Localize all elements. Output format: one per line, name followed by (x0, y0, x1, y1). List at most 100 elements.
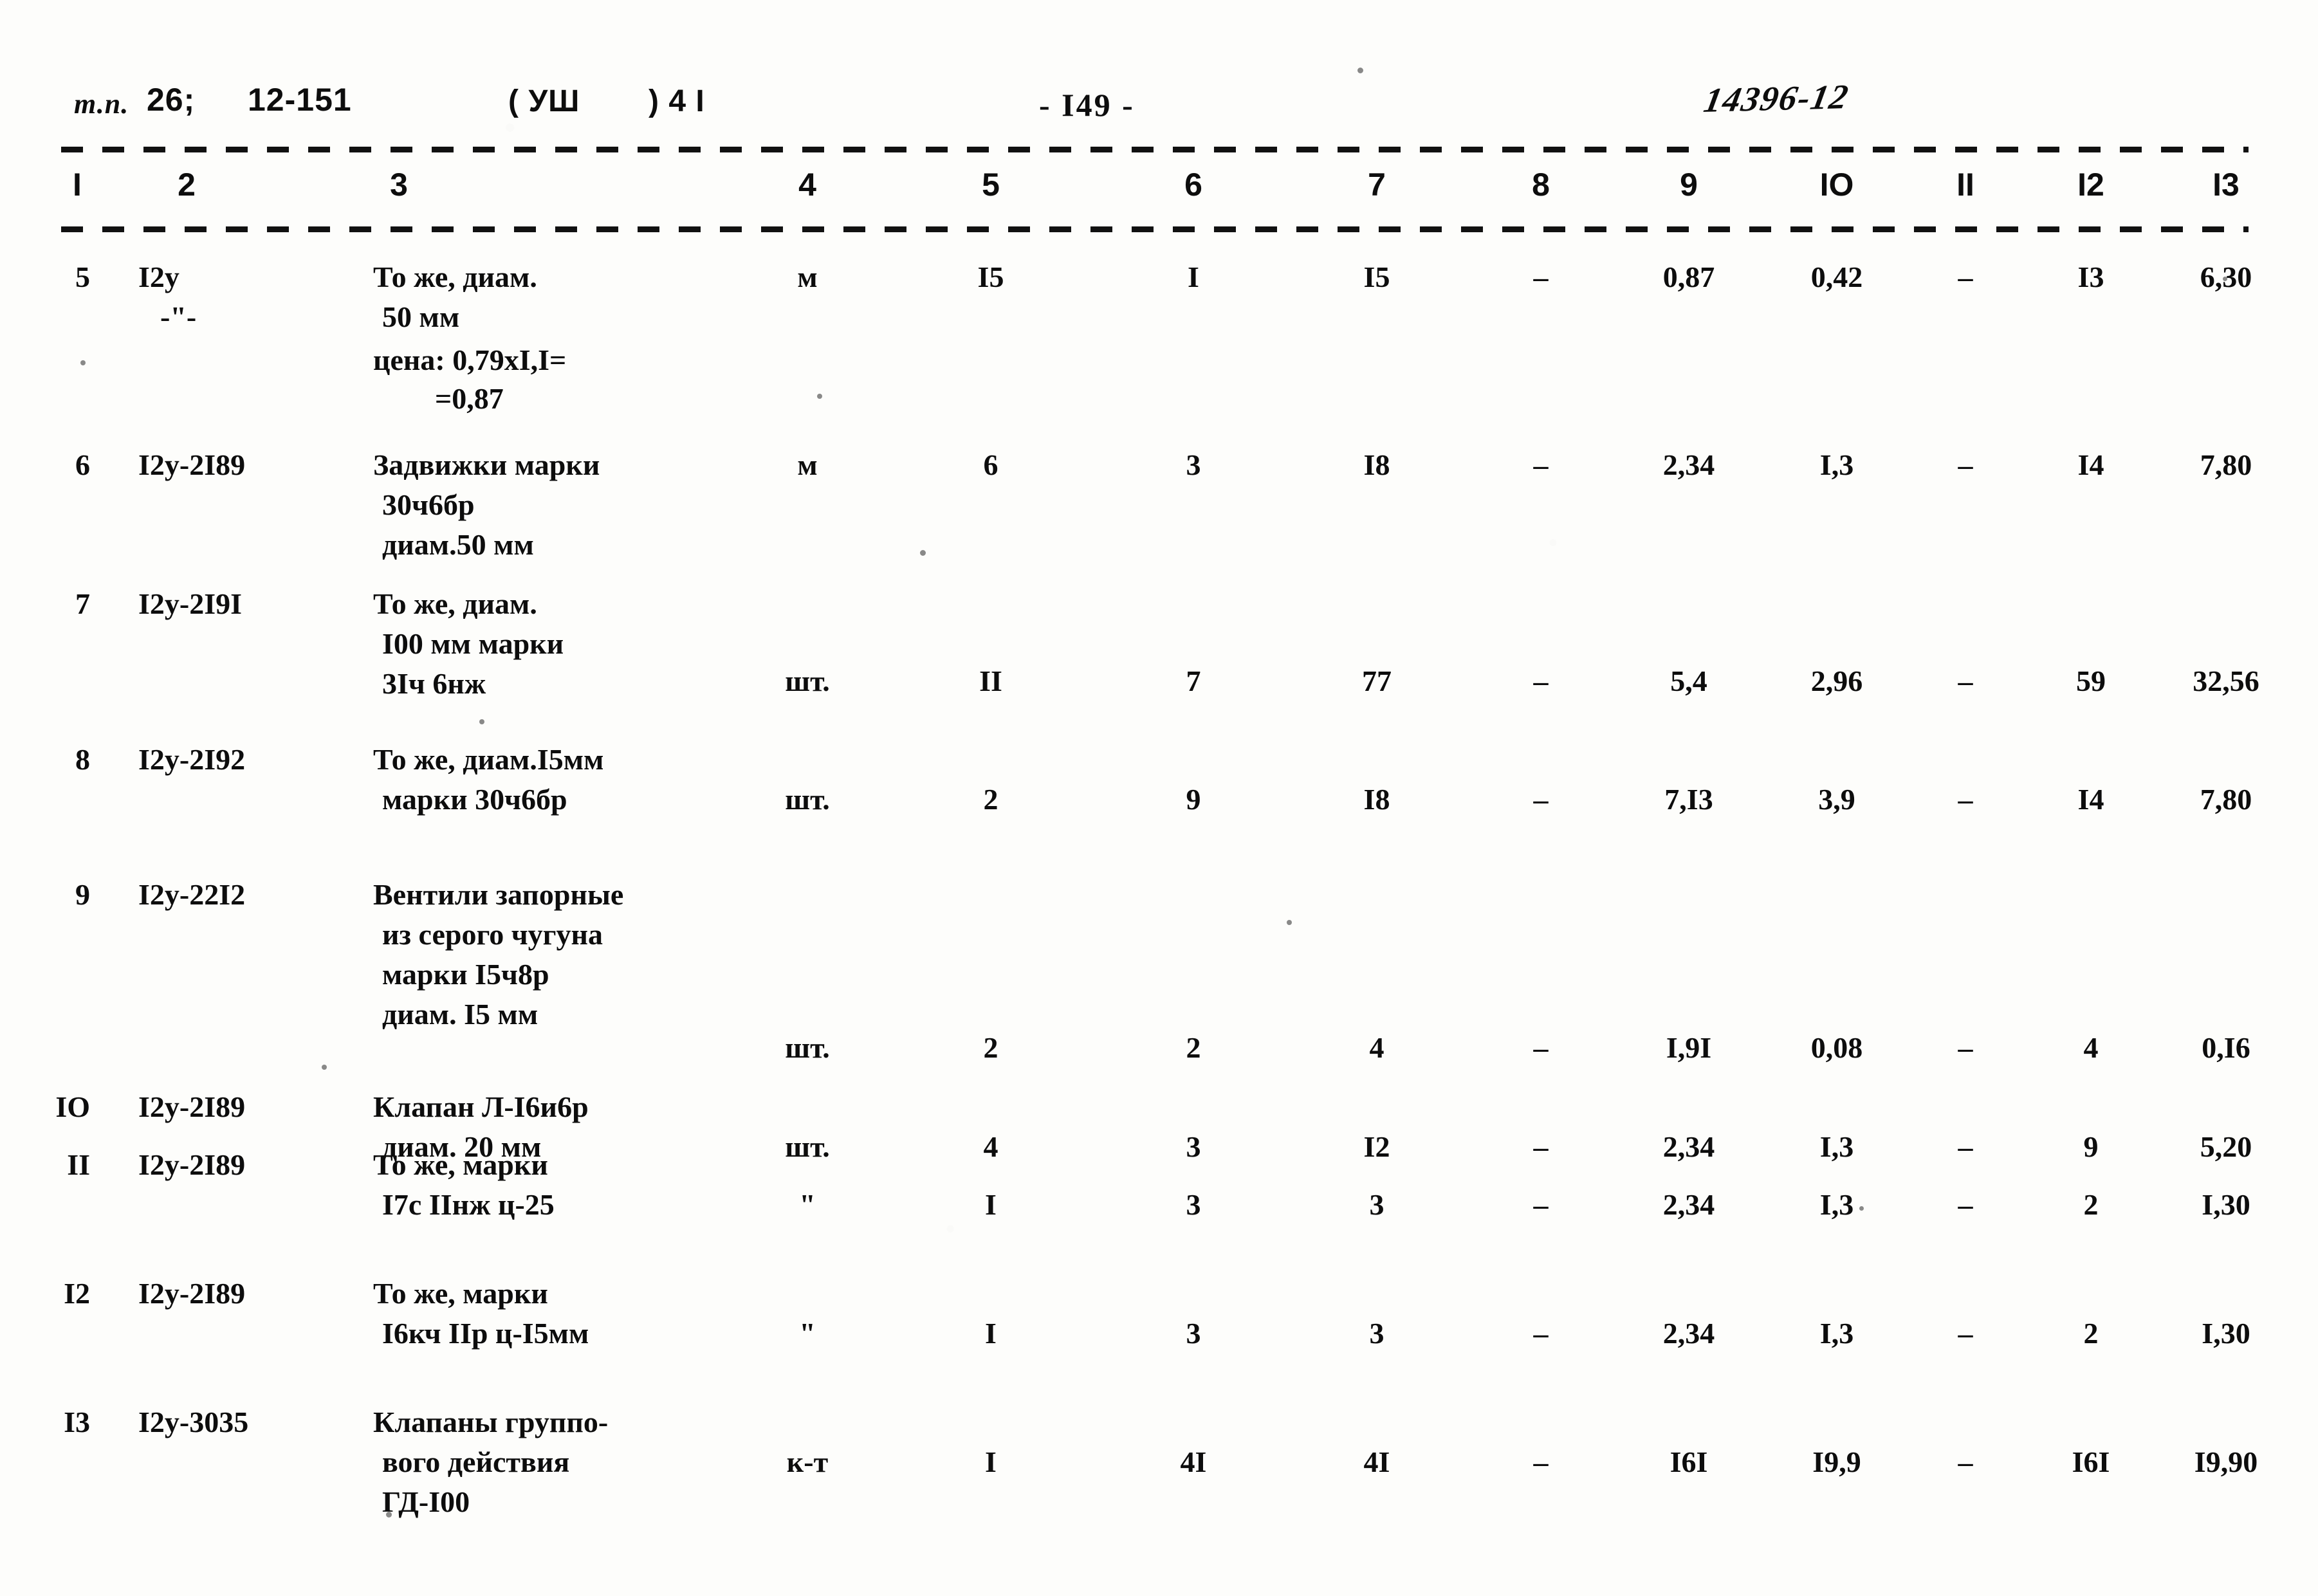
cell-col12: 2 (2083, 1188, 2099, 1221)
cell-col5: I5 (977, 261, 1004, 293)
cell-col8: – (1533, 1188, 1549, 1221)
column-header-2: 2 (178, 167, 196, 203)
description-line: То же, марки (373, 1148, 548, 1181)
cell-description: То же, марки I6кч IIр ц-I5мм (373, 1274, 785, 1353)
cell-col5: 2 (983, 1031, 998, 1064)
cell-description: То же, диам.I5мм марки 30ч6бр (373, 740, 785, 820)
cell-col9: 2,34 (1662, 1317, 1715, 1350)
cell-col13: I9,90 (2194, 1445, 2258, 1478)
column-header-row: I 2 3 4 5 6 7 8 9 IO II I2 I3 (0, 166, 2318, 217)
description-line: I7с IIнж ц-25 (382, 1188, 555, 1221)
header-tp-number: 26; (147, 82, 196, 118)
cell-item-number: 5 (75, 261, 90, 293)
column-header-6: 6 (1184, 167, 1202, 203)
description-line: То же, диам.I5мм (373, 743, 604, 776)
cell-col11: – (1958, 665, 1973, 697)
cell-unit: м (797, 448, 818, 481)
cell-unit: шт. (785, 665, 830, 697)
cell-item-number: IO (55, 1090, 90, 1123)
description-line: I6кч IIр ц-I5мм (382, 1317, 589, 1350)
cell-item-number: 6 (75, 448, 90, 481)
column-header-1: I (73, 167, 82, 203)
cell-col8: – (1533, 261, 1549, 293)
column-header-4: 4 (798, 167, 816, 203)
cell-col13: I,30 (2202, 1317, 2250, 1350)
cell-col7: I8 (1363, 448, 1390, 481)
cell-description: Вентили запорные из серого чугуна марки I5… (373, 875, 785, 1034)
cell-col11: – (1958, 1317, 1973, 1350)
cell-col7: 3 (1369, 1317, 1384, 1350)
cell-col12: 4 (2083, 1031, 2099, 1064)
cell-unit: шт. (785, 1031, 830, 1064)
cell-col7: 4I (1363, 1445, 1390, 1478)
cell-col7: I5 (1363, 261, 1390, 293)
description-line: из серого чугуна (382, 918, 603, 951)
cell-col6: 3 (1186, 1317, 1201, 1350)
column-header-3: 3 (390, 167, 408, 203)
cell-col10: 0,08 (1810, 1031, 1863, 1064)
header-section-open: ( УШ (508, 84, 580, 118)
cell-item-number: I2 (64, 1277, 90, 1310)
cell-col13: 32,56 (2193, 665, 2259, 697)
cell-col9: 0,87 (1662, 261, 1715, 293)
cell-col10: I9,9 (1812, 1445, 1861, 1478)
cell-col11: – (1958, 1031, 1973, 1064)
cell-col6: 9 (1186, 783, 1201, 816)
cell-col5: I (985, 1445, 997, 1478)
cell-col10: I,3 (1819, 1317, 1854, 1350)
cell-col7: I8 (1363, 783, 1390, 816)
table-row: 9 I2y-22I2 Вентили запорные из серого чугун… (0, 875, 2318, 1064)
cell-col7: 77 (1362, 665, 1392, 697)
cell-col6: I (1188, 261, 1199, 293)
cell-col6: 2 (1186, 1031, 1201, 1064)
cell-col6: 7 (1186, 665, 1201, 697)
cell-col11: – (1958, 261, 1973, 293)
cell-col8: – (1533, 448, 1549, 481)
cell-col10: I,3 (1819, 448, 1854, 481)
column-header-11: II (1956, 167, 1974, 203)
cell-col10: 3,9 (1818, 783, 1855, 816)
cell-unit: м (797, 261, 818, 293)
cell-col10: 0,42 (1810, 261, 1863, 293)
cell-col11: – (1958, 1188, 1973, 1221)
cell-col7: 3 (1369, 1188, 1384, 1221)
cell-price-note: цена: 0,79xI,I= =0,87 (373, 341, 823, 418)
cell-description: То же, диам. 50 мм (373, 257, 785, 337)
description-line: ГД-I00 (382, 1485, 470, 1518)
description-line: 50 мм (382, 300, 460, 333)
description-line: марки 30ч6бр (382, 783, 567, 816)
cell-unit: к-т (786, 1445, 829, 1478)
cell-col5: I (985, 1317, 997, 1350)
cell-col8: – (1533, 665, 1549, 697)
cell-col11: – (1958, 1445, 1973, 1478)
cell-col12: 2 (2083, 1317, 2099, 1350)
cell-col12: 59 (2076, 665, 2106, 697)
scanned-page: т.п. 26; 12-151 ( УШ ) 4 I - I49 - 14396… (0, 0, 2318, 1596)
table-row: 7 I2y-2I9I То же, диам. I00 мм марки 3Iч 6нж… (0, 584, 2318, 751)
cell-col5: 6 (983, 448, 998, 481)
cell-item-number: 8 (75, 743, 90, 776)
cell-col12: I4 (2077, 783, 2104, 816)
cell-item-number: 7 (75, 587, 90, 620)
header-rule-bottom (61, 226, 2249, 232)
description-line: 30ч6бр (382, 488, 475, 521)
description-line: диам.50 мм (382, 528, 534, 561)
column-header-9: 9 (1680, 167, 1698, 203)
cell-col13: I,30 (2202, 1188, 2250, 1221)
cell-col10: 2,96 (1810, 665, 1863, 697)
header-rule-top (61, 147, 2249, 152)
cell-col8: – (1533, 1031, 1549, 1064)
cell-description: То же, марки I7с IIнж ц-25 (373, 1145, 785, 1225)
cell-col9: 5,4 (1670, 665, 1707, 697)
cell-unit: " (799, 1317, 816, 1350)
cell-col8: – (1533, 783, 1549, 816)
table-row: 5 I2y -"- То же, диам. 50 мм цена: 0,79xI,I= =… (0, 257, 2318, 425)
page-number: - I49 - (1039, 87, 1135, 123)
cell-col9: 2,34 (1662, 448, 1715, 481)
description-line: Задвижки марки (373, 448, 600, 481)
cell-col10: I,3 (1819, 1188, 1854, 1221)
cell-item-number: II (67, 1148, 90, 1181)
handwritten-stamp-number: 14396-12 (1700, 77, 1853, 120)
column-header-12: I2 (2077, 167, 2104, 203)
cell-col12: I6I (2072, 1445, 2110, 1478)
